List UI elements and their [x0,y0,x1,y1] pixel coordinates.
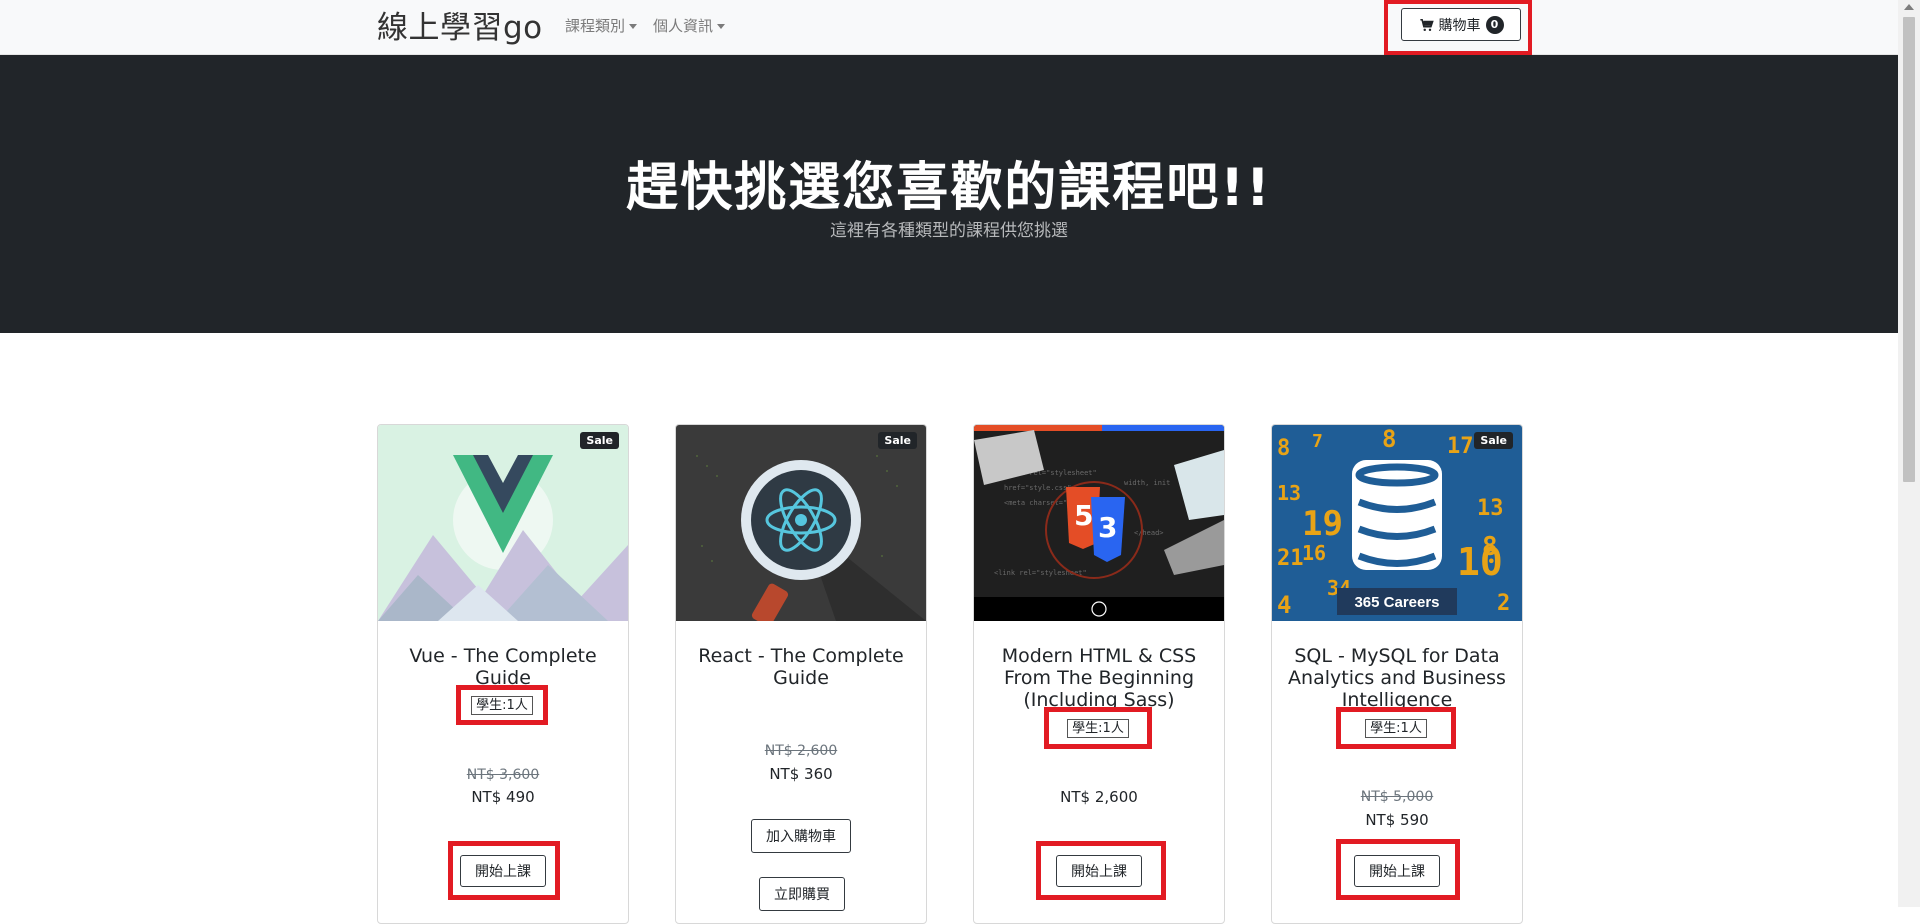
svg-text:21: 21 [1277,546,1304,571]
scroll-up-arrow-icon[interactable] [1904,4,1914,10]
course-card: Sale Vue - The Complete Guide 學生:1人 NT$ … [377,424,629,924]
image-caption: 365 Careers [1354,594,1439,611]
course-title[interactable]: Vue - The Complete Guide [390,645,616,689]
caret-down-icon [629,24,638,29]
course-image-html-css[interactable]: <link rel="stylesheet" href="style.css">… [974,425,1224,621]
svg-text:2: 2 [1497,591,1510,616]
course-image-react[interactable]: Sale [676,425,926,621]
svg-text:8: 8 [1382,425,1396,453]
hero-title: 趕快挑選您喜歡的課程吧!! [626,158,1272,218]
svg-text:4: 4 [1277,591,1291,619]
svg-text:3: 3 [1098,511,1117,544]
svg-text:8: 8 [1277,436,1290,461]
caret-down-icon [717,24,726,29]
svg-text:7: 7 [1312,431,1323,452]
students-highlight-box: 學生:1人 [1044,707,1152,749]
sale-price: NT$ 490 [471,788,535,806]
hero-banner: 趕快挑選您喜歡的課程吧!! 這裡有各種類型的課程供您挑選 [0,55,1898,333]
cart-label: 購物車 [1438,17,1481,34]
sale-price: NT$ 360 [769,765,833,783]
start-course-button[interactable]: 開始上課 [460,855,546,887]
brand-logo[interactable]: 線上學習go [377,2,543,47]
cart-button[interactable]: 購物車 0 [1401,8,1521,41]
start-course-button[interactable]: 開始上課 [1056,855,1142,887]
sql-database-image: 87 817 1319 2116 138 1034 42 365 Careers [1272,425,1522,621]
svg-text:10: 10 [1457,540,1503,584]
course-image-sql[interactable]: 87 817 1319 2116 138 1034 42 365 Careers… [1272,425,1522,621]
students-highlight-box: 學生:1人 [456,685,548,725]
scrollbar-thumb[interactable] [1903,17,1915,482]
svg-text:width, init: width, init [1124,479,1170,487]
course-title[interactable]: React - The Complete Guide [688,645,914,689]
student-count: 學生:1人 [1067,718,1129,738]
sale-price: NT$ 2,600 [1060,788,1138,806]
svg-text:19: 19 [1302,504,1343,544]
react-logo-image [676,425,926,621]
svg-text:13: 13 [1477,496,1504,521]
svg-text:</head>: </head> [1134,529,1164,537]
nav-dropdown-course-category[interactable]: 課程類別 [565,15,638,36]
nav-dropdown-label: 個人資訊 [653,17,714,35]
sale-badge: Sale [580,432,619,449]
add-to-cart-button[interactable]: 加入購物車 [751,819,851,853]
cart-count-badge: 0 [1485,15,1504,34]
svg-text:17: 17 [1447,434,1474,459]
original-price: NT$ 3,600 [466,767,540,783]
sale-badge: Sale [878,432,917,449]
svg-text:13: 13 [1277,481,1301,505]
navbar: 線上學習go 課程類別 個人資訊 購物車 0 [0,0,1898,55]
course-card: <link rel="stylesheet" href="style.css">… [973,424,1225,924]
original-price: NT$ 2,600 [764,743,838,759]
course-image-vue[interactable]: Sale [378,425,628,621]
course-title[interactable]: Modern HTML & CSS From The Beginning (In… [986,645,1212,711]
student-count: 學生:1人 [471,695,533,715]
cart-icon [1419,18,1434,31]
svg-text:5: 5 [1074,499,1093,532]
original-price: NT$ 5,000 [1360,789,1434,805]
sale-price: NT$ 590 [1365,811,1429,829]
start-course-button[interactable]: 開始上課 [1354,855,1440,887]
course-card: 87 817 1319 2116 138 1034 42 365 Careers… [1271,424,1523,924]
svg-text:16: 16 [1302,541,1326,565]
nav-dropdown-label: 課程類別 [565,17,626,35]
buy-now-button[interactable]: 立即購買 [759,877,845,911]
vue-logo-image [378,425,628,621]
hero-subtitle: 這裡有各種類型的課程供您挑選 [830,221,1068,241]
course-title[interactable]: SQL - MySQL for Data Analytics and Busin… [1284,645,1510,711]
html-css-image: <link rel="stylesheet" href="style.css">… [974,425,1224,621]
nav-dropdown-profile[interactable]: 個人資訊 [653,15,726,36]
students-highlight-box: 學生:1人 [1336,707,1456,749]
sale-badge: Sale [1474,432,1513,449]
course-card: Sale React - The Complete Guide NT$ 2,60… [675,424,927,924]
student-count: 學生:1人 [1365,718,1427,738]
